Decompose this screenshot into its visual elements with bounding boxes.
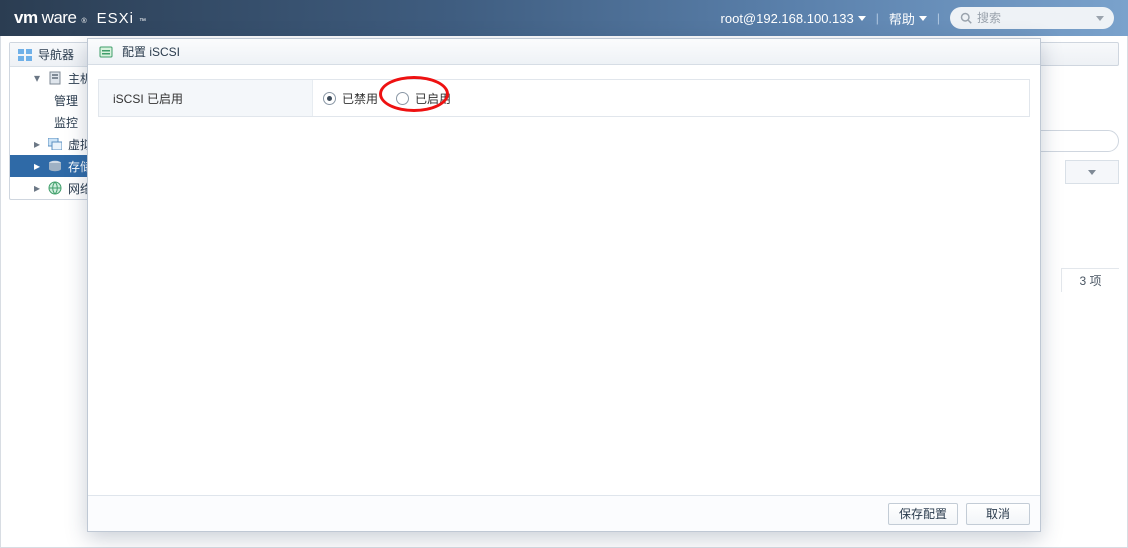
- user-menu[interactable]: root@192.168.100.133: [721, 11, 866, 26]
- search-icon: [960, 12, 972, 24]
- radio-disabled-input[interactable]: [323, 92, 336, 105]
- logo-esxi: ESXi: [97, 10, 134, 27]
- chevron-down-icon: [1088, 170, 1096, 175]
- navigator-title: 导航器: [38, 46, 74, 63]
- table-header-cell[interactable]: [1065, 160, 1119, 184]
- form-field: 已禁用 已启用: [313, 80, 1029, 116]
- form-row-iscsi-enabled: iSCSI 已启用 已禁用 已启用: [98, 79, 1030, 117]
- host-icon: [48, 71, 62, 85]
- help-label: 帮助: [889, 9, 915, 28]
- form-label: iSCSI 已启用: [99, 80, 313, 116]
- tree-twisty[interactable]: ▸: [32, 137, 42, 151]
- banner-right: root@192.168.100.133 | 帮助 |: [721, 7, 1114, 29]
- top-banner: vmware ® ESXi ™ root@192.168.100.133 | 帮助 …: [0, 0, 1128, 36]
- network-icon: [48, 181, 62, 195]
- logo-registered: ®: [81, 18, 86, 25]
- configure-iscsi-dialog: 配置 iSCSI iSCSI 已启用 已禁用 已启用 保存: [87, 38, 1041, 532]
- chevron-down-icon: [858, 16, 866, 21]
- nav-label: 监控: [54, 114, 78, 131]
- vm-icon: [48, 137, 62, 151]
- chevron-down-icon: [919, 16, 927, 21]
- radio-enabled[interactable]: 已启用: [396, 90, 451, 107]
- radio-disabled-label: 已禁用: [342, 90, 378, 107]
- help-menu[interactable]: 帮助: [889, 9, 927, 28]
- dialog-title-bar: 配置 iSCSI: [88, 39, 1040, 65]
- dialog-title: 配置 iSCSI: [122, 43, 180, 60]
- radio-enabled-input[interactable]: [396, 92, 409, 105]
- navigator-icon: [18, 49, 32, 61]
- chevron-down-icon: [1096, 16, 1104, 21]
- separator: |: [876, 11, 879, 25]
- cancel-button[interactable]: 取消: [966, 503, 1030, 525]
- search-input[interactable]: [977, 11, 1096, 25]
- tree-twisty[interactable]: ▸: [32, 159, 42, 173]
- dialog-body: iSCSI 已启用 已禁用 已启用: [88, 65, 1040, 495]
- item-count: 3 项: [1061, 268, 1119, 292]
- save-button[interactable]: 保存配置: [888, 503, 958, 525]
- tree-twisty[interactable]: ▾: [32, 71, 42, 85]
- logo-ware: ware: [42, 8, 77, 28]
- radio-disabled[interactable]: 已禁用: [323, 90, 378, 107]
- iscsi-icon: [98, 44, 114, 60]
- logo-vm: vm: [14, 8, 38, 28]
- dialog-footer: 保存配置 取消: [88, 495, 1040, 531]
- work-area: 导航器 ▾ 主机 管理 监控 ▸ 虚拟机: [0, 36, 1128, 548]
- global-search[interactable]: [950, 7, 1114, 29]
- logo-tm: ™: [139, 18, 146, 25]
- product-logo: vmware ® ESXi ™: [14, 8, 146, 28]
- radio-enabled-label: 已启用: [415, 90, 451, 107]
- tree-twisty[interactable]: ▸: [32, 181, 42, 195]
- user-label: root@192.168.100.133: [721, 11, 854, 26]
- nav-label: 管理: [54, 92, 78, 109]
- storage-icon: [48, 159, 62, 173]
- separator: |: [937, 11, 940, 25]
